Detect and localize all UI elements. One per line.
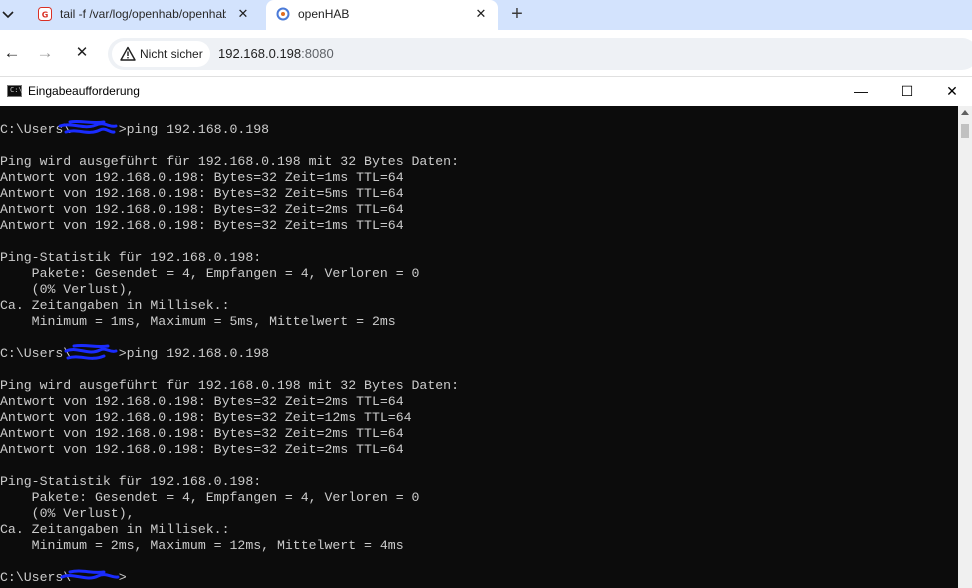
console-line: Antwort von 192.168.0.198: Bytes=32 Zeit… (0, 186, 404, 201)
console-line: Ping wird ausgeführt für 192.168.0.198 m… (0, 154, 459, 169)
security-indicator-button[interactable]: Nicht sicher (112, 41, 210, 67)
console-line: Ca. Zeitangaben in Millisek.: (0, 522, 230, 537)
url-port: :8080 (301, 46, 334, 61)
console-line: Ping wird ausgeführt für 192.168.0.198 m… (0, 378, 459, 393)
console-line: Antwort von 192.168.0.198: Bytes=32 Zeit… (0, 170, 404, 185)
warning-triangle-icon (120, 46, 136, 62)
console-line: Antwort von 192.168.0.198: Bytes=32 Zeit… (0, 394, 404, 409)
console-title-bar[interactable]: C:\ Eingabeaufforderung — ☐ ✕ (0, 77, 972, 106)
console-line: Antwort von 192.168.0.198: Bytes=32 Zeit… (0, 218, 404, 233)
console-line: C:\Users\ > (0, 570, 127, 585)
browser-tab-strip: G tail -f /var/log/openhab/openhab ✕ ope… (0, 0, 972, 30)
shell-favicon-icon: G (38, 7, 52, 21)
console-line: (0% Verlust), (0, 282, 135, 297)
address-bar[interactable]: Nicht sicher 192.168.0.198:8080 (108, 38, 972, 70)
svg-text:G: G (42, 11, 49, 20)
console-line: Ca. Zeitangaben in Millisek.: (0, 298, 230, 313)
scroll-thumb[interactable] (961, 124, 969, 138)
maximize-button[interactable]: ☐ (884, 79, 930, 103)
scroll-up-arrow-icon[interactable] (961, 110, 969, 115)
stop-loading-icon[interactable]: ✕ (70, 41, 94, 65)
console-lines: C:\Users\ >ping 192.168.0.198 Ping wird a… (0, 122, 459, 586)
console-line: Minimum = 2ms, Maximum = 12ms, Mittelwer… (0, 538, 404, 553)
tab-title: tail -f /var/log/openhab/openhab (60, 7, 226, 21)
console-line: Pakete: Gesendet = 4, Empfangen = 4, Ver… (0, 266, 420, 281)
minimize-button[interactable]: — (838, 79, 884, 103)
tab-title: openHAB (298, 7, 350, 21)
tab-close-icon[interactable]: ✕ (472, 5, 490, 23)
url-text[interactable]: 192.168.0.198:8080 (218, 46, 334, 61)
back-arrow-icon[interactable]: ← (0, 41, 24, 65)
tab-search-chevron-icon[interactable] (0, 6, 22, 24)
security-label: Nicht sicher (140, 47, 203, 61)
console-line: Ping-Statistik für 192.168.0.198: (0, 474, 262, 489)
new-tab-button[interactable]: + (506, 4, 528, 26)
console-window-title: Eingabeaufforderung (28, 84, 140, 98)
console-line: Antwort von 192.168.0.198: Bytes=32 Zeit… (0, 202, 404, 217)
console-line: Pakete: Gesendet = 4, Empfangen = 4, Ver… (0, 490, 420, 505)
tab-close-icon[interactable]: ✕ (234, 5, 252, 23)
console-line: Antwort von 192.168.0.198: Bytes=32 Zeit… (0, 410, 412, 425)
browser-tab-tail-log[interactable]: G tail -f /var/log/openhab/openhab ✕ (28, 0, 260, 30)
forward-arrow-icon[interactable]: → (33, 41, 57, 65)
console-line: Antwort von 192.168.0.198: Bytes=32 Zeit… (0, 442, 404, 457)
browser-toolbar: ← → ✕ Nicht sicher 192.168.0.198:8080 (0, 30, 972, 77)
console-line: Minimum = 1ms, Maximum = 5ms, Mittelwert… (0, 314, 396, 329)
console-line: C:\Users\ >ping 192.168.0.198 (0, 346, 270, 361)
browser-tab-openhab[interactable]: openHAB ✕ (266, 0, 498, 30)
console-line: (0% Verlust), (0, 506, 135, 521)
console-line: C:\Users\ >ping 192.168.0.198 (0, 122, 270, 137)
console-line: Ping-Statistik für 192.168.0.198: (0, 250, 262, 265)
openhab-favicon-icon (276, 7, 290, 21)
url-host: 192.168.0.198 (218, 46, 302, 61)
command-prompt-icon-text: C:\ (10, 86, 23, 94)
close-window-button[interactable]: ✕ (929, 79, 972, 103)
console-scrollbar[interactable] (958, 106, 972, 588)
console-output[interactable]: C:\Users\ >ping 192.168.0.198 Ping wird a… (0, 106, 958, 588)
command-prompt-icon[interactable]: C:\ (7, 85, 23, 97)
console-line: Antwort von 192.168.0.198: Bytes=32 Zeit… (0, 426, 404, 441)
